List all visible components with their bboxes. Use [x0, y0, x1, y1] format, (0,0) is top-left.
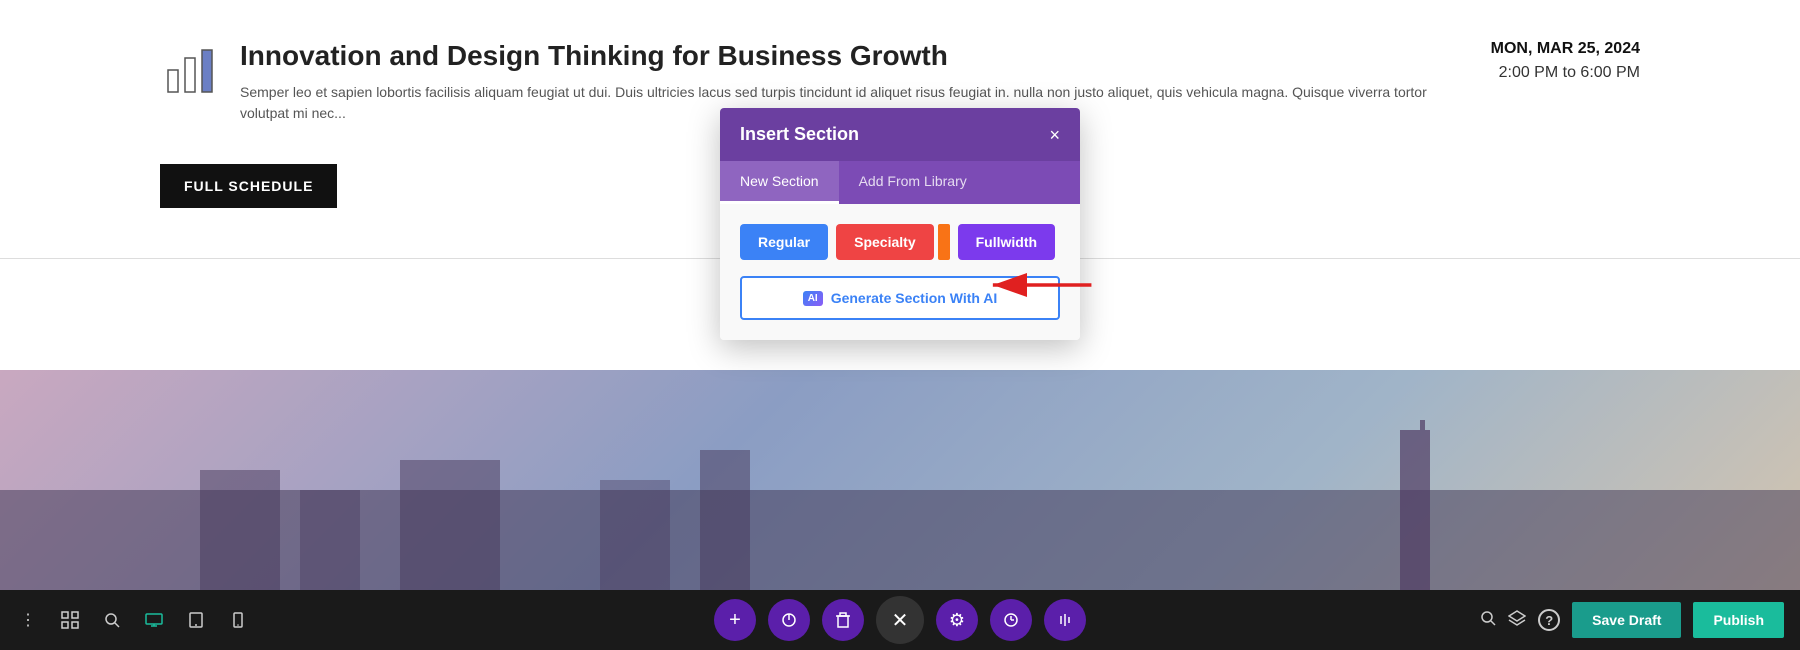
city-silhouette-svg: [0, 410, 1800, 590]
search-right-icon[interactable]: [1480, 610, 1496, 631]
menu-dots-icon[interactable]: ⋮: [16, 608, 40, 632]
section-types: Regular Specialty Fullwidth: [740, 224, 1060, 260]
full-schedule-button[interactable]: FULL SCHEDULE: [160, 164, 337, 208]
event-title: Innovation and Design Thinking for Busin…: [240, 40, 1471, 72]
modal-title: Insert Section: [740, 124, 859, 145]
history-button[interactable]: [990, 599, 1032, 641]
power-button[interactable]: [768, 599, 810, 641]
layout-button[interactable]: [1044, 599, 1086, 641]
generate-ai-button[interactable]: AI Generate Section With AI: [740, 276, 1060, 320]
tab-new-section[interactable]: New Section: [720, 161, 839, 204]
fullwidth-section-button[interactable]: Fullwidth: [958, 224, 1055, 260]
grid-icon[interactable]: [58, 608, 82, 632]
toolbar-center: + ✕ ⚙: [714, 596, 1086, 644]
city-background: [0, 370, 1800, 590]
publish-button[interactable]: Publish: [1693, 602, 1784, 638]
help-icon[interactable]: ?: [1538, 609, 1560, 631]
settings-button[interactable]: ⚙: [936, 599, 978, 641]
delete-button[interactable]: [822, 599, 864, 641]
bottom-toolbar: ⋮: [0, 590, 1800, 650]
modal-body: Regular Specialty Fullwidth AI Generate …: [720, 204, 1080, 340]
regular-section-button[interactable]: Regular: [740, 224, 828, 260]
add-button[interactable]: +: [714, 599, 756, 641]
modal-header: Insert Section ×: [720, 108, 1080, 161]
tab-add-from-library[interactable]: Add From Library: [839, 161, 987, 204]
layers-icon[interactable]: [1508, 610, 1526, 631]
ai-badge: AI: [803, 291, 823, 306]
chart-icon: [160, 40, 220, 100]
desktop-icon[interactable]: [142, 608, 166, 632]
search-icon[interactable]: [100, 608, 124, 632]
generate-ai-label: Generate Section With AI: [831, 290, 998, 306]
tablet-icon[interactable]: [184, 608, 208, 632]
save-draft-button[interactable]: Save Draft: [1572, 602, 1681, 638]
specialty-orange-accent: [938, 224, 950, 260]
modal-tabs: New Section Add From Library: [720, 161, 1080, 204]
modal-close-button[interactable]: ×: [1049, 126, 1060, 144]
event-time: 2:00 PM to 6:00 PM: [1491, 64, 1640, 82]
toolbar-left: ⋮: [16, 608, 250, 632]
specialty-section-button[interactable]: Specialty: [836, 224, 933, 260]
toolbar-right: ? Save Draft Publish: [1480, 602, 1784, 638]
close-button[interactable]: ✕: [876, 596, 924, 644]
insert-section-modal: Insert Section × New Section Add From Li…: [720, 108, 1080, 340]
event-date-block: MON, MAR 25, 2024 2:00 PM to 6:00 PM: [1491, 40, 1640, 82]
main-content: Innovation and Design Thinking for Busin…: [0, 0, 1800, 650]
event-date: MON, MAR 25, 2024: [1491, 40, 1640, 58]
mobile-icon[interactable]: [226, 608, 250, 632]
